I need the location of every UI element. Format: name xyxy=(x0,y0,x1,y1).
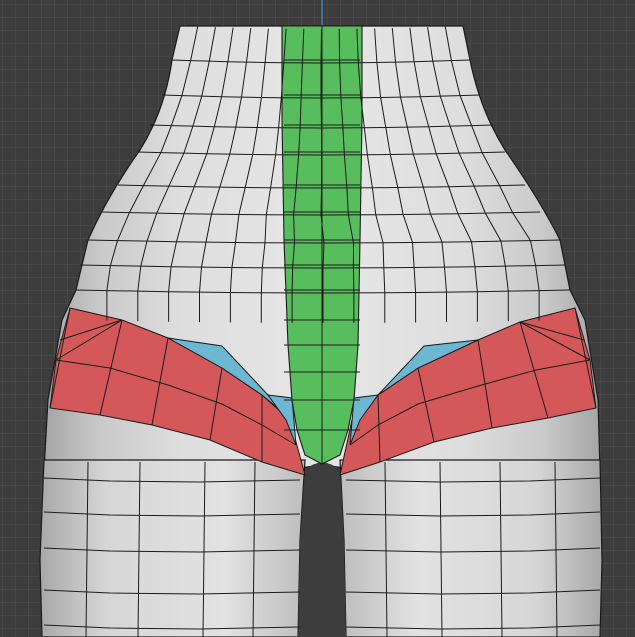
3d-viewport[interactable] xyxy=(0,0,635,637)
crotch-gap xyxy=(298,462,346,637)
right-leg-mesh[interactable] xyxy=(339,459,603,637)
left-leg-mesh[interactable] xyxy=(39,459,306,637)
mesh-scene[interactable] xyxy=(0,0,635,637)
